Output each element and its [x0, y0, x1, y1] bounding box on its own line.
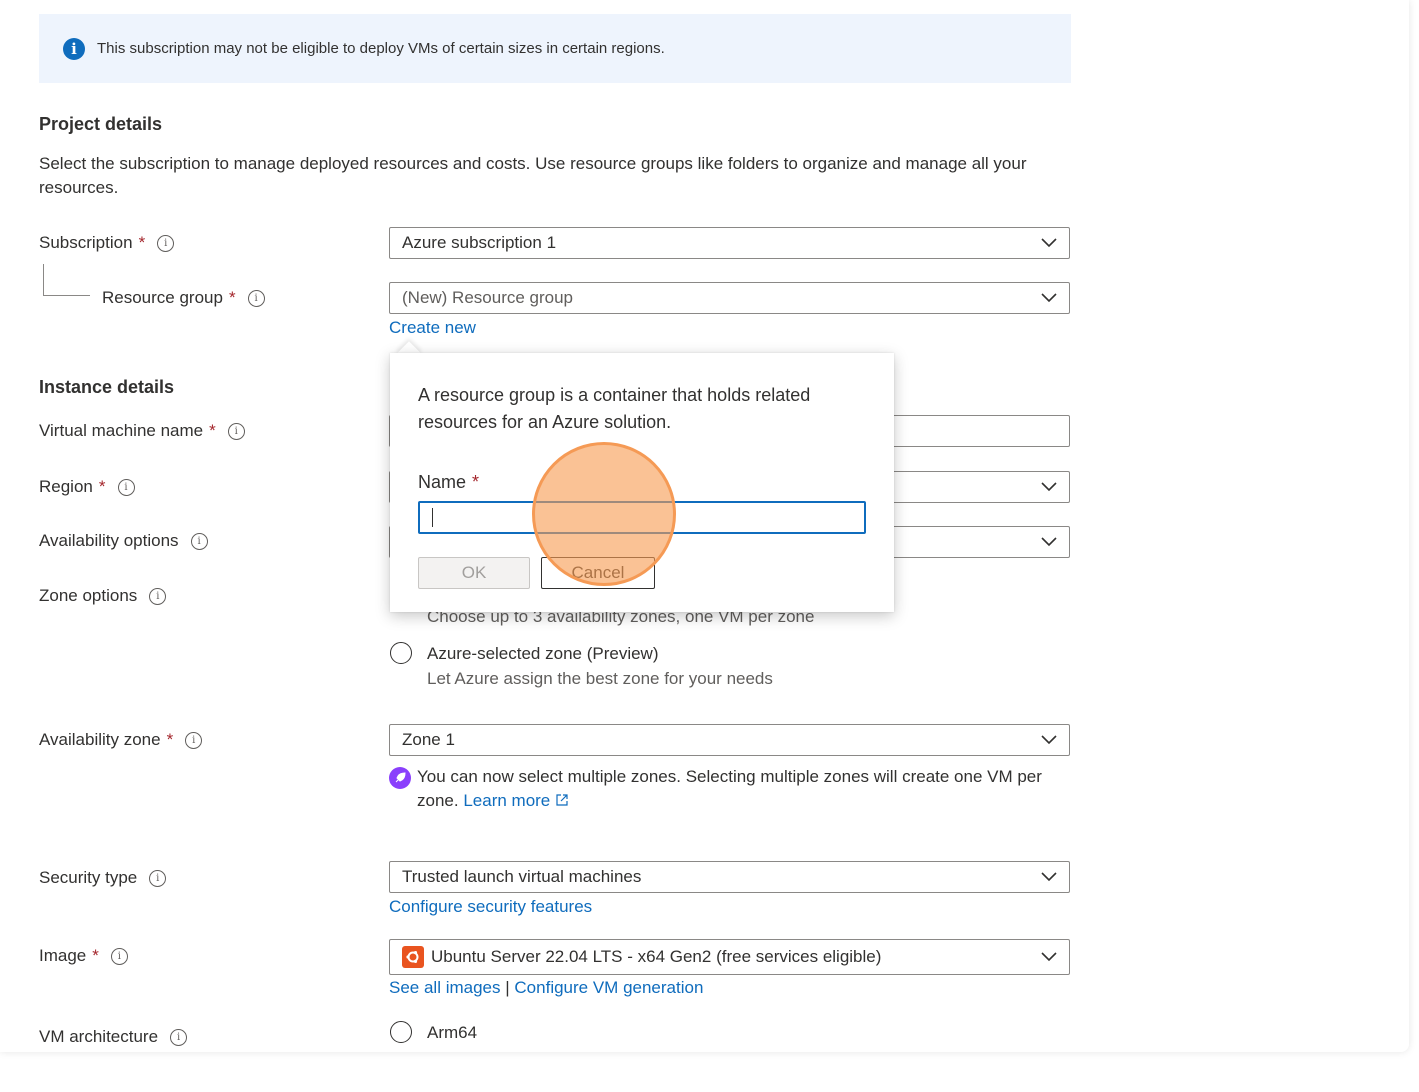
- required-marker: *: [228, 288, 236, 307]
- region-label-text: Region: [39, 477, 93, 496]
- info-banner-text: This subscription may not be eligible to…: [97, 40, 665, 57]
- info-icon[interactable]: i: [110, 947, 128, 965]
- resource-group-label: Resource group * i: [102, 288, 265, 308]
- vm-name-label-text: Virtual machine name: [39, 421, 204, 440]
- ubuntu-icon: [402, 946, 424, 968]
- image-label-text: Image: [39, 946, 87, 965]
- chevron-down-icon: [1041, 238, 1057, 248]
- info-banner: i This subscription may not be eligible …: [39, 14, 1071, 83]
- chevron-down-icon: [1041, 537, 1057, 547]
- image-label: Image * i: [39, 946, 128, 966]
- configure-vm-generation-link[interactable]: Configure VM generation: [514, 978, 703, 997]
- required-marker: *: [209, 421, 216, 440]
- rocket-icon: [389, 767, 411, 789]
- subscription-select[interactable]: Azure subscription 1: [389, 227, 1070, 259]
- security-type-label-text: Security type: [39, 868, 138, 887]
- vm-architecture-label-text: VM architecture: [39, 1027, 159, 1046]
- image-select[interactable]: Ubuntu Server 22.04 LTS - x64 Gen2 (free…: [389, 939, 1070, 975]
- name-label: Name *: [418, 472, 479, 493]
- info-icon[interactable]: i: [117, 478, 135, 496]
- info-icon[interactable]: i: [170, 1028, 188, 1046]
- project-details-description: Select the subscription to manage deploy…: [39, 154, 1027, 197]
- resource-group-value: (New) Resource group: [402, 288, 574, 307]
- security-type-label: Security type i: [39, 868, 167, 888]
- required-marker: *: [92, 946, 99, 965]
- multiple-zones-note: You can now select multiple zones. Selec…: [417, 765, 1067, 813]
- required-marker: *: [472, 472, 480, 492]
- chevron-down-icon: [1041, 952, 1057, 962]
- external-link-icon: [556, 794, 568, 806]
- subscription-label-text: Subscription: [39, 233, 133, 252]
- project-details-title: Project details: [39, 114, 163, 134]
- image-links: See all images | Configure VM generation: [389, 978, 703, 998]
- info-icon[interactable]: i: [190, 532, 208, 550]
- click-highlight-marker: [532, 442, 676, 586]
- security-type-select[interactable]: Trusted launch virtual machines: [389, 861, 1070, 893]
- availability-zone-value: Zone 1: [402, 730, 455, 749]
- chevron-down-icon: [1041, 735, 1057, 745]
- azure-selected-zone-hint: Let Azure assign the best zone for your …: [427, 669, 773, 688]
- create-vm-basics-panel: i This subscription may not be eligible …: [0, 0, 1409, 1052]
- info-icon: i: [63, 37, 85, 60]
- azure-selected-zone-label[interactable]: Azure-selected zone (Preview): [427, 644, 658, 664]
- instance-details-title: Instance details: [39, 377, 175, 397]
- zone-options-label: Zone options i: [39, 586, 167, 606]
- info-icon[interactable]: i: [227, 422, 245, 440]
- region-label: Region * i: [39, 477, 135, 497]
- arm64-label[interactable]: Arm64: [427, 1023, 477, 1043]
- availability-zone-label: Availability zone * i: [39, 730, 203, 750]
- required-marker: *: [98, 477, 106, 496]
- availability-zone-select[interactable]: Zone 1: [389, 724, 1070, 756]
- image-value: Ubuntu Server 22.04 LTS - x64 Gen2 (free…: [431, 947, 882, 966]
- vm-name-label: Virtual machine name * i: [39, 421, 245, 441]
- arm64-radio[interactable]: [390, 1021, 412, 1043]
- info-icon[interactable]: i: [149, 869, 167, 887]
- zone-options-label-text: Zone options: [39, 586, 138, 605]
- required-marker: *: [138, 233, 146, 252]
- info-icon[interactable]: i: [185, 731, 203, 749]
- chevron-down-icon: [1041, 293, 1057, 303]
- info-icon[interactable]: i: [157, 234, 175, 252]
- link-separator: |: [505, 978, 510, 997]
- chevron-down-icon: [1041, 482, 1057, 492]
- availability-zone-label-text: Availability zone: [39, 730, 161, 749]
- resource-group-label-text: Resource group: [102, 288, 223, 307]
- tree-connector: [43, 264, 90, 296]
- info-icon[interactable]: i: [247, 289, 265, 307]
- learn-more-link[interactable]: Learn more: [463, 791, 550, 810]
- subscription-value: Azure subscription 1: [402, 233, 557, 252]
- info-icon[interactable]: i: [149, 587, 167, 605]
- create-new-link[interactable]: Create new: [389, 318, 476, 338]
- callout-description: A resource group is a container that hol…: [418, 385, 811, 432]
- required-marker: *: [166, 730, 174, 749]
- availability-options-label-text: Availability options: [39, 531, 179, 550]
- configure-security-features-link[interactable]: Configure security features: [389, 897, 592, 917]
- security-type-value: Trusted launch virtual machines: [402, 867, 642, 886]
- subscription-label: Subscription * i: [39, 233, 175, 253]
- azure-selected-zone-radio[interactable]: [390, 642, 412, 664]
- see-all-images-link[interactable]: See all images: [389, 978, 501, 997]
- text-caret: [432, 508, 433, 527]
- vm-architecture-label: VM architecture i: [39, 1027, 188, 1047]
- chevron-down-icon: [1041, 872, 1057, 882]
- name-label-text: Name: [418, 472, 467, 492]
- availability-options-label: Availability options i: [39, 531, 208, 551]
- resource-group-select[interactable]: (New) Resource group: [389, 282, 1070, 314]
- ok-button[interactable]: OK: [418, 557, 530, 589]
